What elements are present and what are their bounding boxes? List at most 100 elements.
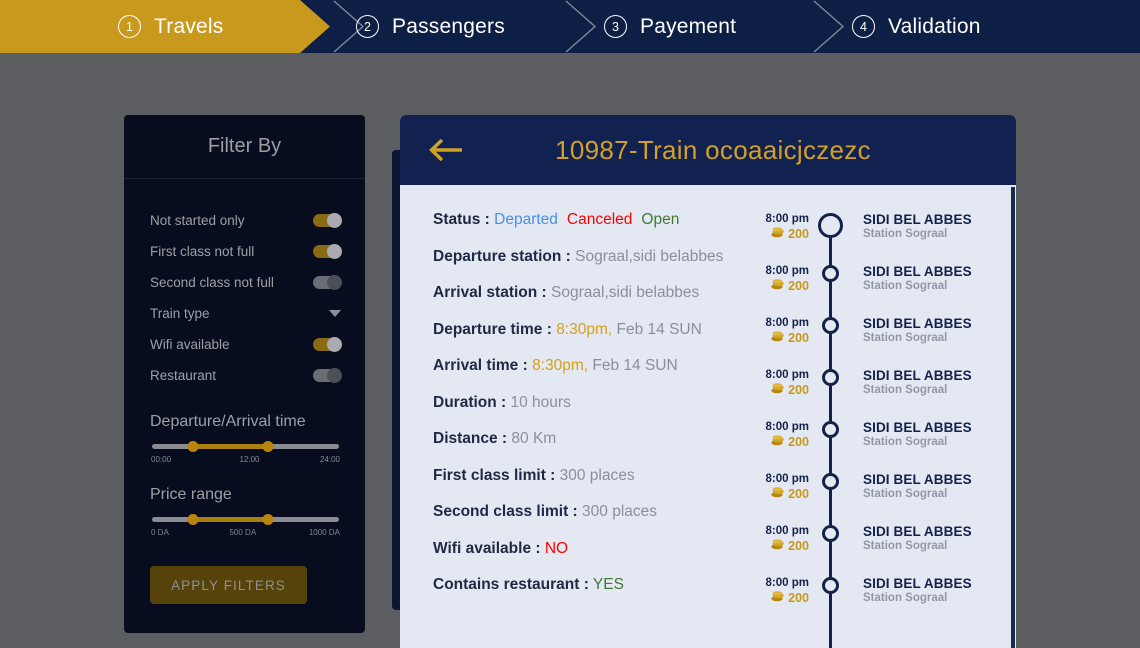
timeline-node-ring [821, 473, 839, 490]
step-passengers[interactable]: 2 Passengers [356, 0, 505, 53]
detail-row-contains-restaurant: Contains restaurant : YES [433, 576, 745, 594]
coins-icon [771, 487, 785, 501]
timeline-stop-time: 8:00 pm [765, 265, 809, 277]
panel-scrollbar[interactable] [1011, 187, 1015, 648]
detail-value: YES [592, 576, 624, 593]
timeline-stop-price-value: 200 [788, 383, 809, 397]
detail-label: Departure station : [433, 247, 571, 265]
filter-row-second-class-not-full[interactable]: Second class not full [150, 267, 342, 298]
toggle-first-class-not-full[interactable] [313, 244, 342, 259]
detail-value-accent: 8:30pm, [532, 357, 589, 374]
toggle-wifi-available[interactable] [313, 337, 342, 352]
timeline-stop-info: SIDI BEL ABBES Station Sograal [843, 263, 972, 292]
time-range-handle-high[interactable] [262, 441, 274, 452]
time-range-ticks: 00:00 12:00 24:00 [150, 455, 341, 464]
step-label: Payement [640, 14, 737, 38]
detail-label: Distance : [433, 430, 508, 447]
step-number: 1 [118, 15, 141, 38]
timeline-stop-price-value: 200 [788, 331, 809, 345]
timeline-node-ring [821, 525, 839, 542]
apply-filters-button[interactable]: APPLY FILTERS [150, 566, 307, 604]
timeline-node [817, 575, 843, 594]
price-range-handle-high[interactable] [262, 514, 274, 525]
timeline-node-ring [817, 213, 843, 238]
timeline-stop-meta: 8:00 pm 200 [745, 263, 817, 293]
detail-row-duration: Duration : 10 hours [433, 394, 745, 412]
time-range-handle-low[interactable] [187, 441, 199, 452]
toggle-restaurant[interactable] [313, 368, 342, 383]
filter-sidebar: Filter By Not started only First class n… [124, 115, 365, 633]
timeline-stop-price: 200 [745, 279, 809, 293]
timeline-stop[interactable]: 8:00 pm 200 SIDI BEL ABBES Station Sograal [745, 263, 1016, 315]
step-number: 4 [852, 15, 875, 38]
time-range-slider[interactable] [152, 441, 339, 452]
timeline-stop-time: 8:00 pm [765, 421, 809, 433]
detail-row-status: Status : Departed Canceled Open [433, 211, 745, 229]
detail-value: Sograal,sidi belabbes [575, 247, 724, 265]
timeline-stop-substation: Station Sograal [863, 488, 948, 500]
coins-icon [771, 591, 784, 602]
timeline-stop-substation: Station Sograal [863, 384, 948, 396]
timeline-stop-time: 8:00 pm [765, 369, 809, 381]
timeline-node [817, 471, 843, 490]
timeline-stop-price-value: 200 [788, 487, 809, 501]
timeline-stop[interactable]: 8:00 pm 200 SIDI BEL ABBES Station Sograal [745, 471, 1016, 523]
coins-icon [771, 539, 784, 550]
detail-row-arrival-time: Arrival time : 8:30pm, Feb 14 SUN [433, 357, 745, 375]
timeline-stop[interactable]: 8:00 pm 200 SIDI BEL ABBES Station Sograal [745, 523, 1016, 575]
coins-icon [771, 539, 785, 553]
detail-label: Wifi available : [433, 539, 541, 557]
timeline-node [817, 523, 843, 542]
timeline-node [817, 419, 843, 438]
filter-row-train-type[interactable]: Train type [150, 298, 341, 329]
arrow-left-icon[interactable] [426, 134, 468, 166]
step-validation[interactable]: 4 Validation [852, 0, 981, 53]
detail-row-departure-station: Departure station : Sograal,sidi belabbe… [433, 248, 745, 266]
timeline-stop-station: SIDI BEL ABBES [863, 420, 972, 435]
timeline-stop[interactable]: 8:00 pm 200 SIDI BEL ABBES Station Sograal [745, 419, 1016, 471]
timeline-stop-price: 200 [745, 539, 809, 553]
step-payement[interactable]: 3 Payement [604, 0, 736, 53]
filter-row-not-started-only[interactable]: Not started only [150, 205, 342, 236]
timeline-stop-info: SIDI BEL ABBES Station Sograal [843, 419, 972, 448]
stops-timeline: 8:00 pm 200 SIDI BEL ABBES Station Sograal 8… [745, 185, 1016, 648]
timeline-stop[interactable]: 8:00 pm 200 SIDI BEL ABBES Station Sograal [745, 315, 1016, 367]
timeline-stop-price: 200 [745, 435, 809, 449]
timeline-stop-substation: Station Sograal [863, 436, 948, 448]
tick-label: 0 DA [151, 528, 169, 537]
detail-value: NO [544, 539, 569, 557]
timeline-stop-station: SIDI BEL ABBES [863, 472, 972, 487]
price-range-title: Price range [150, 486, 232, 503]
filter-label: Second class not full [150, 275, 274, 290]
timeline-stop-station: SIDI BEL ABBES [863, 368, 972, 383]
filter-row-first-class-not-full[interactable]: First class not full [150, 236, 342, 267]
toggle-knob [327, 368, 342, 383]
filter-row-wifi-available[interactable]: Wifi available [150, 329, 342, 360]
timeline-stop-substation: Station Sograal [863, 228, 948, 240]
timeline-stop-station: SIDI BEL ABBES [863, 316, 972, 331]
price-range-handle-low[interactable] [187, 514, 199, 525]
train-details-list: Status : Departed Canceled Open Departure … [400, 185, 745, 648]
filter-sidebar-header: Filter By [124, 115, 365, 179]
toggle-second-class-not-full[interactable] [313, 275, 342, 290]
timeline-stop[interactable]: 8:00 pm 200 SIDI BEL ABBES Station Sograal [745, 367, 1016, 419]
filter-row-restaurant[interactable]: Restaurant [150, 360, 342, 391]
timeline-stop-price: 200 [745, 331, 809, 345]
status-option-canceled[interactable]: Canceled [567, 211, 633, 228]
coins-icon [771, 383, 784, 394]
step-travels[interactable]: 1 Travels [118, 0, 223, 53]
status-option-open[interactable]: Open [641, 211, 679, 228]
timeline-stop-substation: Station Sograal [863, 592, 948, 604]
timeline-stop-info: SIDI BEL ABBES Station Sograal [843, 575, 972, 604]
price-range-slider[interactable] [152, 514, 339, 525]
coins-icon [771, 331, 784, 342]
toggle-not-started-only[interactable] [313, 213, 342, 228]
toggle-knob [327, 275, 342, 290]
timeline-stop[interactable]: 8:00 pm 200 SIDI BEL ABBES Station Sograal [745, 211, 1016, 263]
timeline-stop[interactable]: 8:00 pm 200 SIDI BEL ABBES Station Sograal [745, 575, 1016, 627]
timeline-stop-station: SIDI BEL ABBES [863, 524, 972, 539]
timeline-stop-info: SIDI BEL ABBES Station Sograal [843, 471, 972, 500]
status-option-departed[interactable]: Departed [494, 211, 558, 228]
timeline-node-ring [821, 265, 839, 282]
chevron-down-icon[interactable] [329, 310, 341, 317]
